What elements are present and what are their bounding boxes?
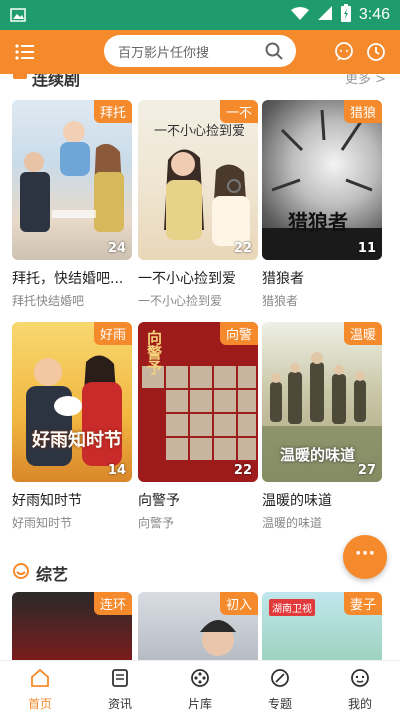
section-title: 综艺 — [36, 565, 69, 584]
card-subtitle: 一不小心捡到爱 — [138, 294, 223, 308]
battery-icon — [340, 4, 351, 26]
poster-image[interactable]: 拜托 24 — [12, 100, 132, 260]
tab-profile[interactable]: 我的 — [320, 661, 400, 712]
tv-icon — [12, 74, 28, 86]
card-subtitle: 好雨知时节 — [12, 516, 73, 530]
update-tag: 向警 — [219, 322, 258, 345]
update-tag: 一不 — [219, 100, 258, 123]
drama-card[interactable]: 一不小心捡到爱 一不 22 一不小心捡到爱 一不小心捡到爱 — [138, 100, 258, 309]
drama-card[interactable]: 猎狼者 猎狼 11 猎狼者 猎狼者 — [262, 100, 382, 309]
more-fab-button[interactable]: ··· — [343, 535, 387, 579]
gallery-notification-icon — [10, 7, 26, 26]
update-tag: 妻子 — [343, 592, 382, 615]
episode-count: 11 — [357, 241, 376, 256]
history-icon[interactable] — [364, 40, 388, 64]
drama-card[interactable]: 好雨知时节 好雨 14 好雨知时节 好雨知时节 — [12, 322, 132, 531]
update-tag: 拜托 — [93, 100, 132, 123]
news-icon — [109, 669, 131, 693]
clock: 3:46 — [358, 6, 390, 23]
variety-card[interactable]: 连环 — [12, 592, 132, 660]
episode-count: 24 — [107, 241, 126, 256]
tab-topic[interactable]: 专题 — [240, 661, 320, 712]
topic-icon — [269, 669, 291, 693]
episode-count: 14 — [107, 463, 126, 478]
variety-card[interactable]: 湖南卫视 妻子 — [262, 592, 382, 660]
menu-icon[interactable] — [14, 41, 36, 63]
poster-image[interactable]: 一不小心捡到爱 一不 22 — [138, 100, 258, 260]
episode-count: 22 — [233, 463, 252, 478]
app-header: 百万影片任你搜 — [0, 30, 400, 74]
message-icon[interactable] — [332, 40, 356, 64]
search-icon[interactable] — [264, 41, 284, 65]
poster-title-text: 温暖的味道 — [280, 446, 356, 464]
poster-image[interactable]: 好雨知时节 好雨 14 — [12, 322, 132, 482]
poster-image[interactable]: 猎狼者 猎狼 11 — [262, 100, 382, 260]
update-tag: 好雨 — [93, 322, 132, 345]
update-tag: 温暖 — [343, 322, 382, 345]
profile-icon — [349, 669, 371, 693]
poster-image[interactable]: 温暖的味道 温暖 27 — [262, 322, 382, 482]
update-tag: 初入 — [219, 592, 258, 615]
update-tag: 连环 — [93, 592, 132, 615]
section-header-drama: 连续剧 更多 > — [0, 74, 400, 92]
signal-icon — [317, 5, 333, 25]
search-placeholder: 百万影片任你搜 — [118, 46, 210, 61]
card-title: 拜托，快结婚吧... — [12, 271, 124, 287]
poster-title-text: 猎狼者 — [288, 210, 348, 234]
drama-card[interactable]: 温暖的味道 温暖 27 温暖的味道 温暖的味道 — [262, 322, 382, 531]
tab-news[interactable]: 资讯 — [80, 661, 160, 712]
card-title: 好雨知时节 — [12, 493, 82, 509]
card-title: 温暖的味道 — [262, 493, 332, 509]
card-subtitle: 猎狼者 — [262, 294, 299, 308]
card-title: 一不小心捡到爱 — [138, 271, 236, 287]
update-tag: 猎狼 — [343, 100, 382, 123]
poster-title-text: 向警予 — [145, 330, 163, 375]
poster-title-text: 好雨知时节 — [32, 430, 122, 451]
tab-label: 我的 — [347, 697, 372, 711]
tab-film-library[interactable]: 片库 — [160, 661, 240, 712]
episode-count: 22 — [233, 241, 252, 256]
drama-card[interactable]: 向警予 向警 22 向警予 向警予 — [138, 322, 258, 531]
card-subtitle: 拜托快结婚吧 — [12, 294, 85, 308]
more-link[interactable]: 更多 > — [345, 74, 386, 87]
poster-image[interactable]: 向警予 向警 22 — [138, 322, 258, 482]
wifi-icon — [290, 6, 309, 25]
episode-count: 27 — [357, 463, 376, 478]
tab-label: 首页 — [27, 697, 52, 711]
variety-card[interactable]: 初入 — [138, 592, 258, 660]
card-subtitle: 向警予 — [138, 516, 175, 530]
card-subtitle: 温暖的味道 — [262, 516, 323, 530]
card-title: 猎狼者 — [262, 271, 304, 287]
tab-label: 资讯 — [107, 697, 132, 711]
variety-icon — [12, 562, 30, 584]
tab-label: 专题 — [267, 697, 292, 711]
bottom-tab-bar: 首页 资讯 片库 专题 我的 — [0, 660, 400, 712]
search-input[interactable]: 百万影片任你搜 — [104, 35, 296, 67]
drama-card[interactable]: 拜托 24 拜托，快结婚吧... 拜托快结婚吧 — [12, 100, 132, 309]
section-title: 连续剧 — [32, 74, 81, 89]
tab-label: 片库 — [187, 697, 212, 711]
home-icon — [29, 668, 51, 693]
section-header-variety: 综艺 — [0, 560, 400, 584]
tab-home[interactable]: 首页 — [0, 661, 80, 712]
card-title: 向警予 — [138, 493, 180, 509]
film-library-icon — [189, 669, 211, 693]
status-bar: 3:46 — [0, 0, 400, 30]
channel-badge: 湖南卫视 — [269, 599, 315, 616]
